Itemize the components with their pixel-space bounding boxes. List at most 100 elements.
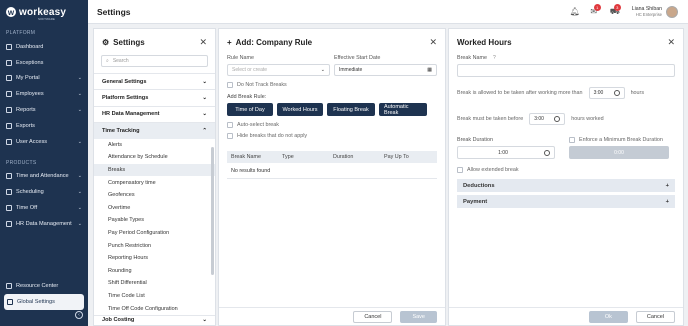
clock-icon[interactable] [554,116,561,122]
enforce-min-checkbox[interactable]: Enforce a Minimum Break Duration [569,137,669,143]
cancel-button[interactable]: Cancel [635,310,675,323]
settings-item-time-code-list[interactable]: Time Code List [94,290,215,303]
help-icon[interactable]: ? [493,55,496,61]
sidebar-item-my-portal[interactable]: My Portal ⌄ [0,71,88,87]
resource-center-icon [6,282,12,289]
messages-icon[interactable]: ✉ 1 [590,3,601,16]
chevron-down-icon: ⌄ [77,205,82,212]
hr-data-icon [6,220,12,227]
cancel-button[interactable]: Cancel [353,310,393,323]
settings-item-shift-differential[interactable]: Shift Differential [94,277,215,290]
sidebar-item-dashboard[interactable]: Dashboard [0,39,88,55]
platform-section-label: PLATFORM [6,30,36,36]
sidebar-item-global-settings[interactable]: Global Settings [4,293,84,310]
ok-button[interactable]: Ok [588,310,628,323]
sidebar-item-hr-data[interactable]: HR Data Management ⌄ [0,216,88,232]
section-hr-data-management[interactable]: HR Data Management ⌄ [94,105,215,123]
clock-icon[interactable] [613,90,620,96]
exports-icon [6,122,12,129]
sidebar-bottom: Resource Center Global Settings [0,278,88,310]
close-icon[interactable]: ✕ [667,37,675,48]
settings-item-overtime[interactable]: Overtime [94,202,215,215]
save-button[interactable]: Save [400,310,437,323]
settings-item-time-off-code-configuration[interactable]: Time Off Code Configuration [94,302,215,315]
settings-item-attendance-by-schedule[interactable]: Attendance by Schedule [94,151,215,164]
hide-breaks-checkbox[interactable]: Hide breaks that do not apply [227,133,437,139]
bell-icon[interactable]: 🔔︎ [570,7,580,16]
sidebar-item-employees[interactable]: Employees ⌄ [0,86,88,102]
chevron-down-icon: ⌄ [77,107,82,114]
user-org: HC Enterprise [635,12,662,17]
payment-section[interactable]: Payment + [457,195,675,208]
topbar-icons: 🔔︎ ✉ 1 ⛟ 3 [570,3,621,16]
automatic-break-button[interactable]: Automatic Break [379,103,427,116]
sidebar-item-time-attendance[interactable]: Time and Attendance ⌄ [0,169,88,185]
settings-item-payable-types[interactable]: Payable Types [94,214,215,227]
deductions-section[interactable]: Deductions + [457,179,675,192]
settings-item-pay-period-configuration[interactable]: Pay Period Configuration [94,227,215,240]
sidebar-item-scheduling[interactable]: Scheduling ⌄ [0,184,88,200]
sidebar-item-resource-center[interactable]: Resource Center [0,278,88,294]
products-nav: Time and Attendance ⌄ Scheduling ⌄ Time Of… [0,169,88,232]
app-logo[interactable]: w workeasy SOFTWARE [0,0,88,24]
search-input[interactable]: ⌕ Search [101,55,208,67]
settings-item-compensatory-time[interactable]: Compensatory time [94,176,215,189]
cart-icon[interactable]: ⛟ 3 [610,3,621,16]
settings-item-rounding[interactable]: Rounding [94,265,215,278]
do-not-track-checkbox[interactable]: Do Not Track Breaks [227,82,437,88]
chevron-down-icon: ⌄ [202,111,207,118]
allowed-after-input[interactable]: 3:00 [588,87,625,99]
user-access-icon [6,138,12,145]
settings-item-alerts[interactable]: Alerts [94,139,215,152]
scrollbar[interactable] [211,147,214,275]
must-before-input[interactable]: 3:00 [529,113,566,125]
clock-icon[interactable] [544,149,550,156]
sidebar-item-time-off[interactable]: Time Off ⌄ [0,200,88,216]
exceptions-icon [6,59,12,66]
settings-item-breaks[interactable]: Breaks [94,163,215,177]
sidebar-item-reports[interactable]: Reports ⌄ [0,102,88,118]
enforce-min-input: 0:00 [569,146,669,159]
break-rule-buttons: Time of Day Worked Hours Floating Break … [219,103,445,116]
chevron-down-icon: ⌄ [77,220,82,227]
settings-panel-title: Settings [113,37,145,47]
close-icon[interactable]: ✕ [429,37,437,48]
section-platform-settings[interactable]: Platform Settings ⌄ [94,89,215,106]
rule-name-select[interactable]: Select or create ⌄ [227,64,330,76]
settings-item-geofences[interactable]: Geofences [94,189,215,202]
add-break-rule-label: Add Break Rule: [227,94,267,100]
collapse-sidebar-button[interactable]: ‹ [75,311,83,319]
allowed-after-row: Break is allowed to be taken after worki… [457,87,675,99]
section-job-costing[interactable]: Job Costing ⌄ [94,314,215,325]
break-name-input[interactable] [457,64,675,77]
sidebar-item-user-access[interactable]: User Access ⌄ [0,134,88,150]
duration-input[interactable]: 1:00 [457,146,555,159]
sidebar: w workeasy SOFTWARE PLATFORM Dashboard E… [0,0,88,326]
time-of-day-button[interactable]: Time of Day [227,103,273,116]
break-name-label: Break Name [457,55,487,61]
sidebar-item-exceptions[interactable]: Exceptions [0,55,88,71]
logo-text: workeasy [19,6,67,18]
worked-hours-button[interactable]: Worked Hours [277,103,323,116]
floating-break-button[interactable]: Floating Break [327,103,375,116]
plus-icon: + [665,198,669,205]
sidebar-item-exports[interactable]: Exports [0,118,88,134]
section-time-tracking[interactable]: Time Tracking ⌃ [94,122,215,139]
worked-hours-panel: Worked Hours ✕ Break Name? Break is allo… [448,28,684,326]
auto-select-checkbox[interactable]: Auto-select break [227,122,437,128]
section-general-settings[interactable]: General Settings ⌄ [94,73,215,90]
start-date-field[interactable]: Immediate ▦ [334,64,437,76]
user-menu[interactable]: Liana Shiban HC Enterprise [632,5,678,18]
must-before-row: Break must be taken before 3:00 hours wo… [457,113,675,125]
settings-item-punch-restriction[interactable]: Punch Restriction [94,239,215,252]
close-icon[interactable]: ✕ [199,37,207,48]
chevron-down-icon: ⌄ [77,173,82,180]
company-rule-footer: Cancel Save [219,307,445,325]
chevron-down-icon: ⌄ [202,95,207,102]
calendar-icon[interactable]: ▦ [427,67,432,73]
gear-icon: ⚙ [102,37,110,47]
allow-extended-checkbox[interactable]: Allow extended break [457,167,675,173]
settings-item-reporting-hours[interactable]: Reporting Hours [94,252,215,265]
cart-badge: 3 [613,3,621,11]
messages-badge: 1 [593,3,601,11]
